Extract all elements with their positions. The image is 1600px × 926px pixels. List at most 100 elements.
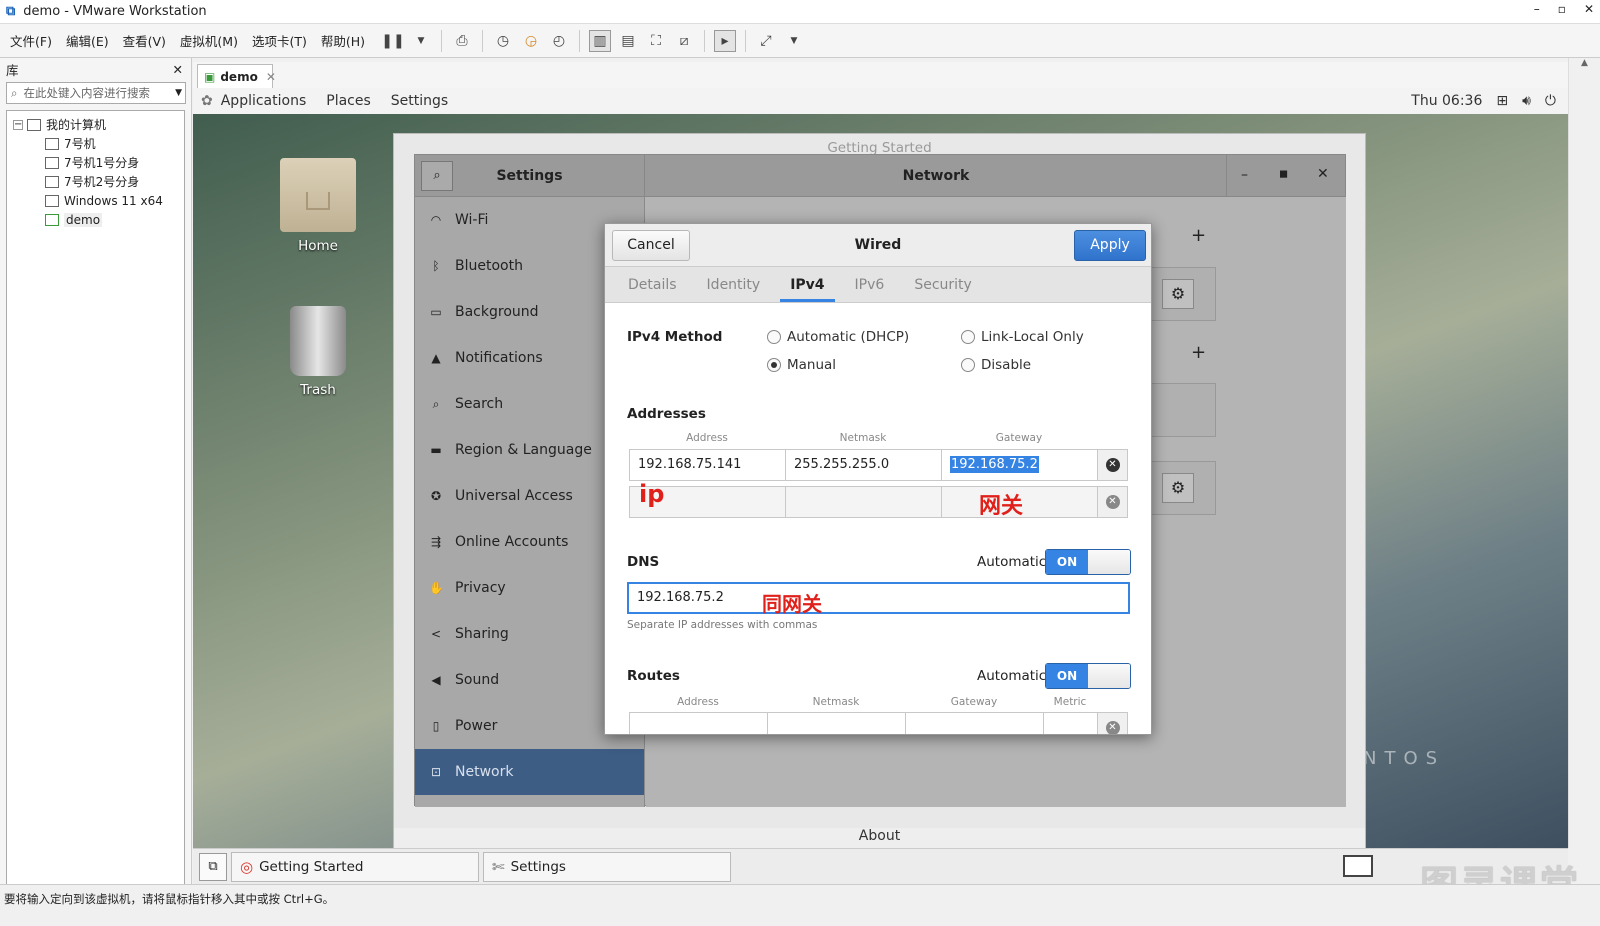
gear-icon[interactable]: ⚙: [1162, 279, 1194, 309]
hand-icon: ✋: [429, 581, 444, 595]
about-button[interactable]: About: [394, 828, 1365, 848]
fullscreen-icon[interactable]: ⛶: [645, 30, 667, 52]
tab-demo[interactable]: ▣ demo ✕: [197, 64, 276, 88]
taskbar-item-settings[interactable]: ✄ Settings: [483, 852, 731, 882]
tree-root-my-computer[interactable]: − 我的计算机: [13, 115, 178, 134]
network-status-icon[interactable]: ⊞: [1496, 93, 1508, 109]
library-tree: − 我的计算机 7号机 7号机1号分身 7号机2号分身 Windows 11 x…: [6, 110, 185, 900]
gateway-input[interactable]: 192.168.75.2: [941, 449, 1098, 481]
menu-settings[interactable]: Settings: [391, 93, 448, 109]
close-window-button[interactable]: ✕: [1584, 2, 1594, 16]
tab-ipv6[interactable]: IPv6: [845, 267, 895, 302]
address-input[interactable]: 192.168.75.141: [629, 449, 786, 481]
add-vpn-icon[interactable]: +: [1191, 342, 1206, 363]
maximize-button[interactable]: ▫: [1558, 2, 1566, 16]
tab-details[interactable]: Details: [618, 267, 687, 302]
minimize-button[interactable]: –: [1534, 2, 1540, 16]
sidebar-item-label: Bluetooth: [455, 258, 523, 274]
netmask-input[interactable]: 255.255.255.0: [785, 449, 942, 481]
remove-address-button[interactable]: ✕: [1097, 449, 1128, 481]
addresses-label: Addresses: [627, 406, 706, 422]
menu-help[interactable]: 帮助(H): [321, 31, 365, 50]
apply-button[interactable]: Apply: [1074, 230, 1146, 261]
dns-label: DNS: [627, 554, 660, 570]
radio-manual[interactable]: Manual: [767, 357, 836, 373]
gnome-top-bar: ✿ Applications Places Settings Thu 06:36…: [193, 88, 1568, 114]
desktop-icon-trash[interactable]: Trash: [273, 306, 363, 398]
show-desktop-icon[interactable]: ⧉: [199, 853, 227, 881]
computer-icon: [27, 118, 41, 131]
library-view-icon[interactable]: ▥: [589, 29, 612, 52]
tree-item-vm7-clone1[interactable]: 7号机1号分身: [13, 153, 178, 172]
console-icon[interactable]: ▸: [714, 29, 737, 52]
sidebar-item-label: Online Accounts: [455, 534, 569, 550]
annotation-ip: ip: [639, 480, 665, 508]
menu-view[interactable]: 查看(V): [123, 31, 166, 50]
cancel-button[interactable]: Cancel: [612, 230, 690, 261]
add-connection-icon[interactable]: +: [1191, 225, 1206, 246]
settings-header: ⌕ Settings Network – ◼ ✕: [415, 155, 1345, 197]
maximize-icon[interactable]: ◼: [1279, 167, 1288, 180]
volume-icon[interactable]: 🔊︎: [1522, 93, 1531, 109]
power-icon[interactable]: ⏻: [1545, 93, 1556, 109]
menu-file[interactable]: 文件(F): [10, 31, 52, 50]
close-library-icon[interactable]: ✕: [173, 62, 183, 77]
workspace-switcher[interactable]: [1343, 855, 1373, 877]
menu-places[interactable]: Places: [326, 93, 371, 109]
tree-item-vm7[interactable]: 7号机: [13, 134, 178, 153]
revert-snapshot-icon[interactable]: ◶: [520, 30, 542, 52]
menu-vm[interactable]: 虚拟机(M): [180, 31, 238, 50]
folder-home-icon: [280, 158, 356, 232]
close-icon[interactable]: ✕: [1317, 166, 1329, 182]
gear-icon[interactable]: ⚙: [1162, 473, 1194, 503]
radio-label: Automatic (DHCP): [787, 329, 910, 345]
pause-icon[interactable]: ❚❚: [381, 30, 404, 52]
tree-item-demo[interactable]: demo: [13, 210, 178, 229]
thumbnail-view-icon[interactable]: ▤: [617, 30, 639, 52]
routes-automatic-switch[interactable]: ON: [1045, 663, 1131, 689]
tree-item-vm7-clone2[interactable]: 7号机2号分身: [13, 172, 178, 191]
close-tab-icon[interactable]: ✕: [266, 70, 276, 84]
menu-edit[interactable]: 编辑(E): [66, 31, 109, 50]
radio-disable[interactable]: Disable: [961, 357, 1031, 373]
snapshot-icon[interactable]: ◷: [492, 30, 514, 52]
dropdown-arrow-icon[interactable]: ▼: [410, 30, 432, 52]
sidebar-item-network[interactable]: ⊡ Network: [415, 749, 644, 795]
dropdown-arrow-icon[interactable]: ▼: [175, 88, 182, 98]
dropdown-arrow-icon[interactable]: ▼: [783, 30, 805, 52]
route-netmask-input[interactable]: [767, 712, 906, 734]
radio-link-local[interactable]: Link-Local Only: [961, 329, 1084, 345]
accessibility-icon: ✪: [430, 489, 442, 503]
taskbar-item-getting-started[interactable]: ◎ Getting Started: [231, 852, 479, 882]
clear-icon: ✕: [1105, 458, 1120, 472]
send-keys-icon[interactable]: ⎙: [451, 30, 473, 52]
vertical-scrollbar[interactable]: ▲: [1568, 58, 1600, 848]
minimize-icon[interactable]: –: [1241, 167, 1248, 183]
tree-item-windows11[interactable]: Windows 11 x64: [13, 191, 178, 210]
remove-route-button[interactable]: ✕: [1097, 712, 1128, 734]
menu-tabs[interactable]: 选项卡(T): [252, 31, 307, 50]
snapshot-manager-icon[interactable]: ◴: [548, 30, 570, 52]
menu-applications[interactable]: Applications: [221, 93, 307, 109]
stretch-view-icon[interactable]: ⤢: [755, 30, 777, 52]
dns-automatic-switch[interactable]: ON: [1045, 549, 1131, 575]
remove-address-button[interactable]: ✕: [1097, 486, 1128, 518]
route-metric-input[interactable]: [1043, 712, 1098, 734]
help-lifebuoy-icon: ◎: [240, 858, 254, 876]
tab-identity[interactable]: Identity: [697, 267, 771, 302]
route-address-input[interactable]: [629, 712, 768, 734]
library-search-input[interactable]: ⌕ 在此处键入内容进行搜索 ▼: [6, 82, 186, 104]
tab-ipv4[interactable]: IPv4: [780, 267, 835, 302]
clock[interactable]: Thu 06:36: [1411, 93, 1482, 109]
collapse-icon[interactable]: −: [13, 119, 23, 130]
dns-input[interactable]: 192.168.75.2: [627, 582, 1130, 614]
header-separator: [1226, 155, 1227, 197]
radio-automatic-dhcp[interactable]: Automatic (DHCP): [767, 329, 909, 345]
desktop-icon-home[interactable]: Home: [273, 158, 363, 254]
guest-display[interactable]: ✿ Applications Places Settings Thu 06:36…: [193, 88, 1568, 848]
unity-icon[interactable]: ⧄: [673, 30, 695, 52]
tab-security[interactable]: Security: [904, 267, 982, 302]
sidebar-item-label: Sharing: [455, 626, 509, 642]
route-gateway-input[interactable]: [905, 712, 1044, 734]
netmask-input-empty[interactable]: [785, 486, 942, 518]
